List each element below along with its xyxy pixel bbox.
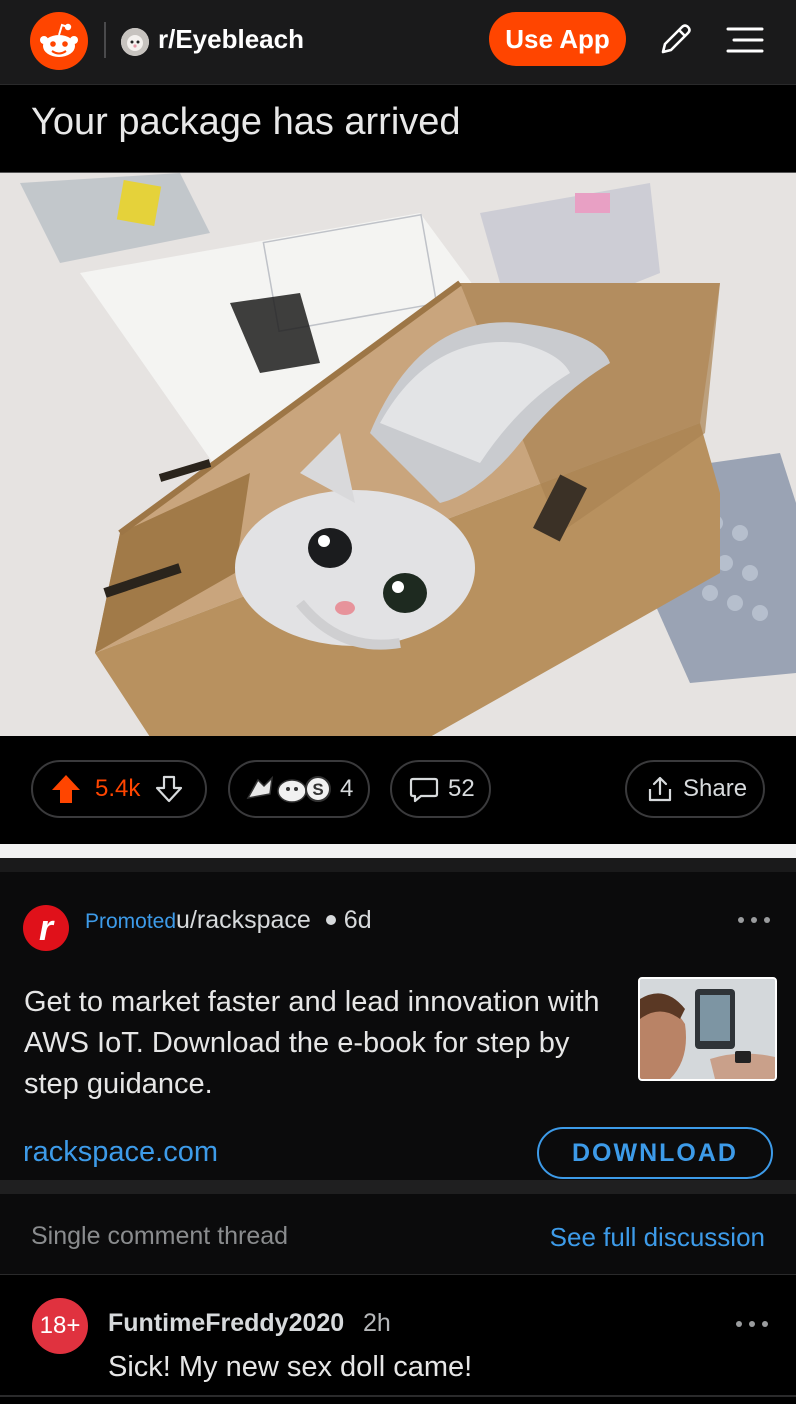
awards-button[interactable]: S 4	[228, 760, 370, 818]
share-label: Share	[683, 775, 748, 802]
comment-author[interactable]: FuntimeFreddy2020	[108, 1309, 344, 1338]
comment-icon	[408, 773, 440, 805]
ad-text[interactable]: Get to market faster and lead innovation…	[24, 982, 604, 1105]
awards-icon: S	[244, 772, 334, 806]
vote-score: 5.4k	[95, 775, 141, 802]
svg-text:S: S	[312, 780, 323, 799]
header-divider	[104, 22, 106, 58]
comment-avatar[interactable]: 18+	[32, 1298, 88, 1354]
comment-more-icon[interactable]	[734, 1317, 770, 1331]
ad-age: 6d	[343, 906, 372, 934]
reddit-logo-icon[interactable]	[30, 12, 88, 70]
comment-age: 2h	[363, 1309, 391, 1337]
ad-domain-link[interactable]: rackspace.com	[23, 1134, 218, 1170]
ad-author[interactable]: u/rackspace	[176, 906, 311, 934]
menu-icon[interactable]	[724, 20, 766, 60]
advertiser-logo[interactable]: r	[23, 905, 69, 951]
section-divider-2	[0, 1180, 796, 1194]
comment-divider	[0, 1395, 796, 1397]
comment-count: 52	[448, 775, 475, 802]
thread-header: Single comment thread See full discussio…	[0, 1194, 796, 1275]
share-button[interactable]: Share	[625, 760, 765, 818]
comment-body: Sick! My new sex doll came!	[108, 1351, 473, 1383]
ad-thumbnail[interactable]	[638, 977, 777, 1081]
upvote-icon[interactable]	[49, 772, 83, 806]
download-button[interactable]: DOWNLOAD	[537, 1127, 773, 1179]
top-bar: r/Eyebleach Use App	[0, 0, 796, 85]
see-full-discussion-link[interactable]: See full discussion	[550, 1222, 765, 1253]
post-image[interactable]	[0, 172, 796, 737]
award-count: 4	[340, 775, 354, 802]
ad-meta: Promotedu/rackspace 6d	[85, 905, 372, 937]
subreddit-name[interactable]: r/Eyebleach	[158, 22, 304, 56]
bullet-icon	[325, 914, 336, 925]
vote-control: 5.4k	[31, 760, 207, 818]
comment: 18+ FuntimeFreddy2020 2h Sick! My new se…	[0, 1275, 796, 1404]
subreddit-avatar[interactable]	[121, 28, 149, 56]
share-icon	[645, 774, 675, 804]
pencil-icon[interactable]	[655, 20, 695, 60]
promoted-post[interactable]: r Promotedu/rackspace 6d Get to market f…	[0, 858, 796, 1180]
downvote-icon[interactable]	[154, 774, 184, 804]
section-divider	[0, 844, 796, 858]
comments-button[interactable]: 52	[390, 760, 491, 818]
use-app-button[interactable]: Use App	[489, 12, 626, 66]
more-options-icon[interactable]	[736, 912, 772, 928]
post-title[interactable]: Your package has arrived	[31, 98, 461, 146]
single-thread-label: Single comment thread	[31, 1222, 289, 1250]
promoted-label: Promoted	[85, 910, 177, 933]
post-actions: 5.4k S 4 52 Share	[0, 736, 796, 844]
